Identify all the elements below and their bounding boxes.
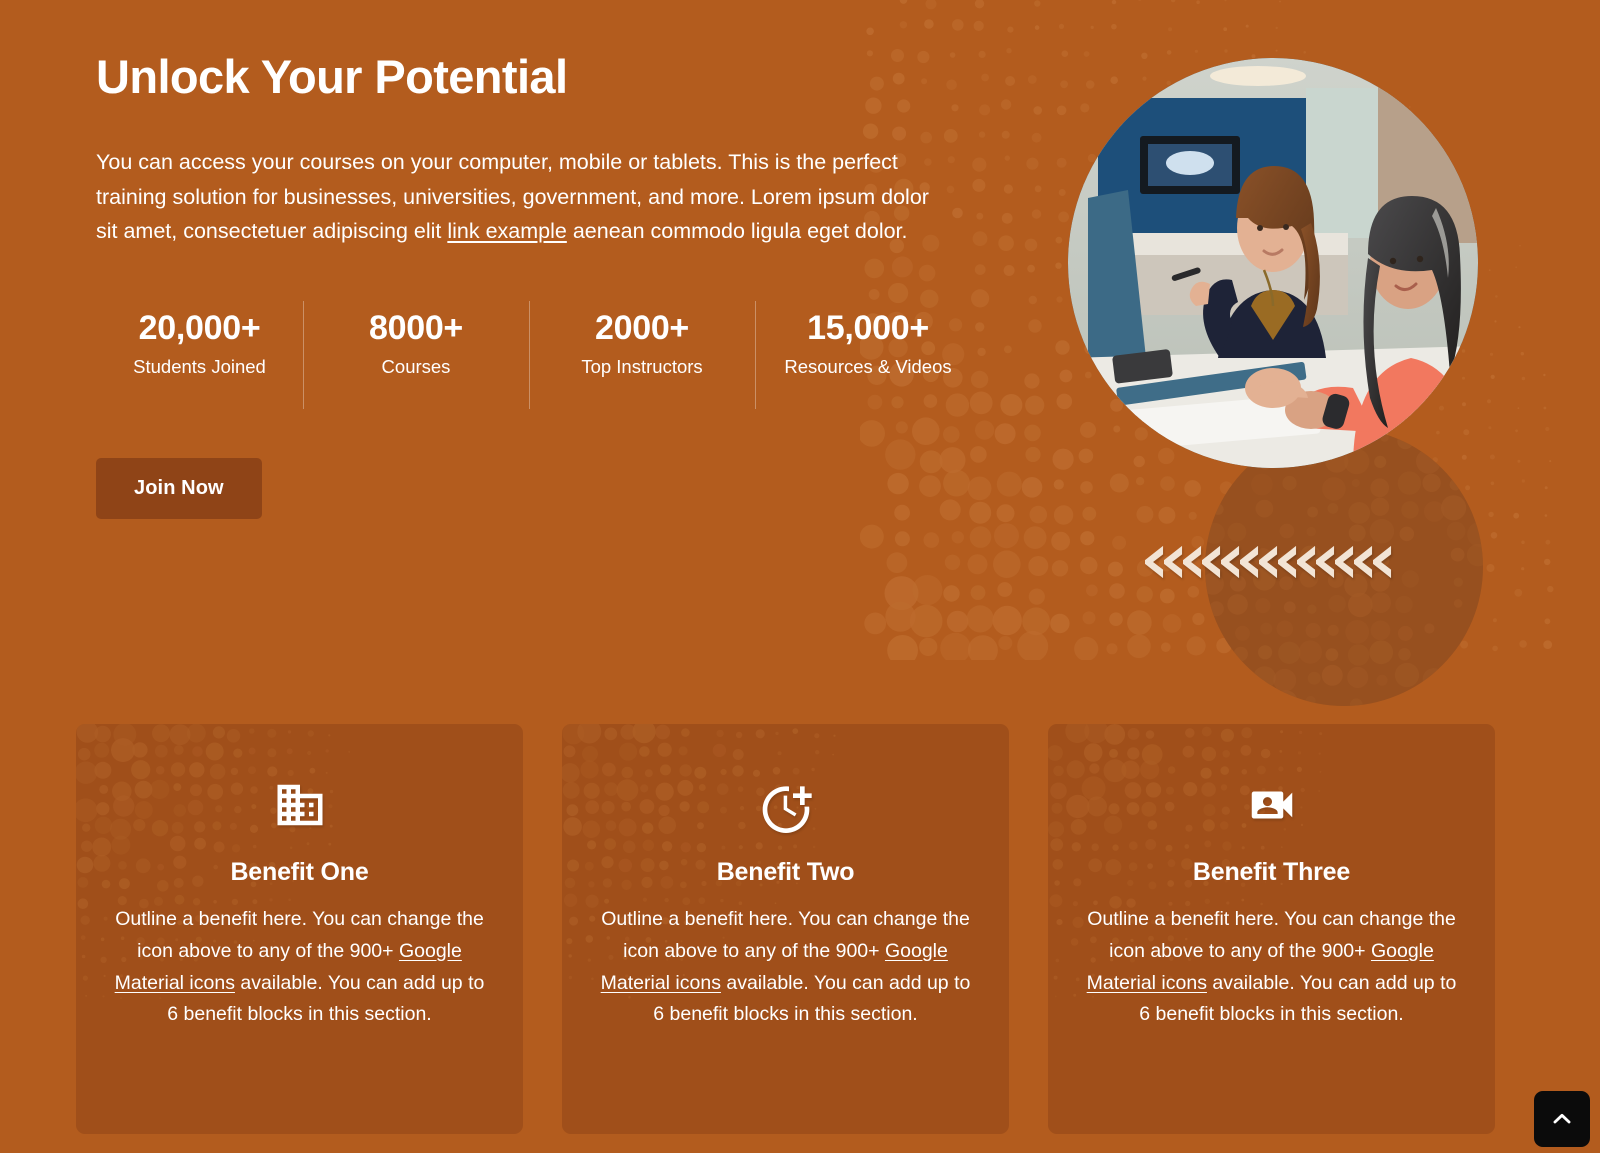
benefit-text: Outline a benefit here. You can change t… (596, 904, 975, 1031)
chevron-left-icon (1164, 545, 1183, 579)
benefit-card: Benefit One Outline a benefit here. You … (76, 724, 523, 1134)
chevron-left-icon (1183, 545, 1202, 579)
benefit-title: Benefit Two (716, 858, 855, 886)
chevron-left-icon (1202, 545, 1221, 579)
stat-item: 20,000+ Students Joined (96, 301, 303, 391)
hero-content: Unlock Your Potential You can access you… (96, 50, 952, 519)
chevron-left-icon (1316, 545, 1335, 579)
chevron-left-icon (1354, 545, 1373, 579)
stat-label: Top Instructors (581, 355, 703, 377)
benefit-title: Benefit One (230, 858, 369, 886)
benefit-text: Outline a benefit here. You can change t… (1082, 904, 1461, 1031)
scroll-to-top-button[interactable] (1534, 1091, 1590, 1147)
stat-value: 2000+ (595, 309, 689, 348)
video-camera-front-icon (1082, 776, 1461, 834)
hero-photo (1068, 58, 1478, 468)
stat-label: Courses (381, 355, 451, 377)
chevron-strip (1145, 545, 1392, 579)
chevron-left-icon (1335, 545, 1354, 579)
chevron-left-icon (1221, 545, 1240, 579)
chevron-left-icon (1145, 545, 1164, 579)
chevron-left-icon (1373, 545, 1392, 579)
benefit-text: Outline a benefit here. You can change t… (110, 904, 489, 1031)
page-stage: Unlock Your Potential You can access you… (0, 0, 1600, 1153)
chevron-up-icon (1553, 1113, 1571, 1124)
stat-item: 15,000+ Resources & Videos (755, 301, 981, 409)
intro-link[interactable]: link example (447, 219, 567, 243)
more-time-clock-plus-icon (596, 776, 975, 834)
chevron-left-icon (1278, 545, 1297, 579)
page-title: Unlock Your Potential (96, 50, 568, 103)
stat-label: Students Joined (133, 355, 266, 377)
benefit-card: Benefit Three Outline a benefit here. Yo… (1048, 724, 1495, 1134)
stat-value: 8000+ (369, 309, 463, 348)
benefit-title: Benefit Three (1192, 858, 1351, 886)
stat-label: Resources & Videos (784, 355, 952, 377)
intro-text-part-2: aenean commodo ligula eget dolor. (566, 219, 908, 244)
stat-value: 20,000+ (138, 309, 261, 348)
intro-paragraph: You can access your courses on your comp… (96, 145, 936, 249)
domain-building-icon (110, 776, 489, 834)
stat-item: 2000+ Top Instructors (529, 301, 755, 409)
benefit-card: Benefit Two Outline a benefit here. You … (562, 724, 1009, 1134)
stat-value: 15,000+ (807, 309, 929, 348)
benefits-row: Benefit One Outline a benefit here. You … (76, 724, 1524, 1134)
chevron-left-icon (1259, 545, 1278, 579)
join-now-button[interactable]: Join Now (96, 457, 262, 519)
stats-row: 20,000+ Students Joined 8000+ Courses 20… (96, 301, 956, 409)
chevron-left-icon (1297, 545, 1316, 579)
stat-item: 8000+ Courses (303, 301, 529, 409)
chevron-left-icon (1240, 545, 1259, 579)
